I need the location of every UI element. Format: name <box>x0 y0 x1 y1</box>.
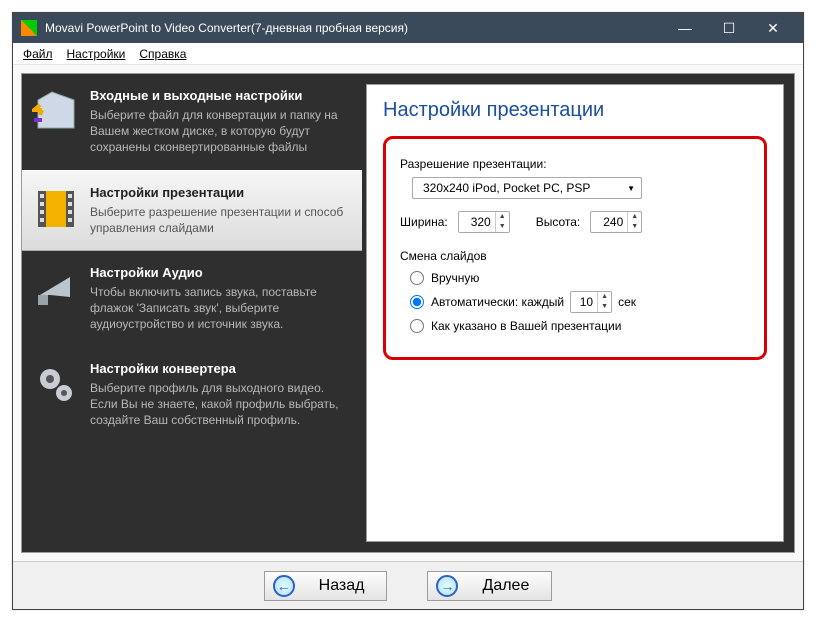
next-button[interactable]: → Далее <box>427 571 552 601</box>
app-logo-icon <box>21 20 37 36</box>
megaphone-icon <box>32 265 80 313</box>
card-desc: Чтобы включить запись звука, поставьте ф… <box>90 284 350 333</box>
resolution-select[interactable]: 320x240 iPod, Pocket PC, PSP ▼ <box>412 177 642 199</box>
card-title: Настройки Аудио <box>90 265 350 280</box>
width-stepper[interactable]: ▲▼ <box>458 211 510 233</box>
up-arrow-icon[interactable]: ▲ <box>598 292 611 302</box>
sidebar: Входные и выходные настройки Выберите фа… <box>22 74 362 552</box>
sidebar-item-io-settings[interactable]: Входные и выходные настройки Выберите фа… <box>22 74 362 170</box>
panel-heading: Настройки презентации <box>383 99 767 122</box>
menubar: Файл Настройки Справка <box>13 43 803 65</box>
radio-asin-label: Как указано в Вашей презентации <box>431 319 621 333</box>
radio-auto-suffix: сек <box>618 295 636 309</box>
minimize-button[interactable]: — <box>663 13 707 43</box>
height-stepper[interactable]: ▲▼ <box>590 211 642 233</box>
radio-auto[interactable] <box>410 295 424 309</box>
titlebar[interactable]: Movavi PowerPoint to Video Converter(7-д… <box>13 13 803 43</box>
card-desc: Выберите файл для конвертации и папку на… <box>90 107 350 156</box>
radio-auto-prefix: Автоматически: каждый <box>431 295 564 309</box>
filmstrip-icon <box>32 185 80 233</box>
menu-settings[interactable]: Настройки <box>67 47 126 61</box>
card-title: Входные и выходные настройки <box>90 88 350 103</box>
app-window: Movavi PowerPoint to Video Converter(7-д… <box>12 12 804 610</box>
next-label: Далее <box>468 577 543 595</box>
card-desc: Выберите профиль для выходного видео. Ес… <box>90 380 350 429</box>
width-input[interactable] <box>459 212 495 232</box>
highlighted-region: Разрешение презентации: 320x240 iPod, Po… <box>383 136 767 360</box>
close-button[interactable]: ✕ <box>751 13 795 43</box>
folder-icon <box>32 88 80 136</box>
down-arrow-icon[interactable]: ▼ <box>628 222 641 232</box>
card-desc: Выберите разрешение презентации и способ… <box>90 204 350 236</box>
width-label: Ширина: <box>400 215 448 229</box>
footer-nav: ← Назад → Далее <box>13 561 803 609</box>
window-title: Movavi PowerPoint to Video Converter(7-д… <box>45 21 408 35</box>
sidebar-item-presentation-settings[interactable]: Настройки презентации Выберите разрешени… <box>22 170 362 251</box>
resolution-label: Разрешение презентации: <box>400 157 547 171</box>
radio-manual[interactable] <box>410 271 424 285</box>
sidebar-item-converter-settings[interactable]: Настройки конвертера Выберите профиль дл… <box>22 347 362 443</box>
chevron-down-icon: ▼ <box>627 184 635 193</box>
menu-file[interactable]: Файл <box>23 47 53 61</box>
maximize-button[interactable]: ☐ <box>707 13 751 43</box>
interval-input[interactable] <box>571 292 597 312</box>
down-arrow-icon[interactable]: ▼ <box>598 302 611 312</box>
up-arrow-icon[interactable]: ▲ <box>628 212 641 222</box>
menu-help[interactable]: Справка <box>139 47 186 61</box>
height-input[interactable] <box>591 212 627 232</box>
arrow-right-icon: → <box>436 575 458 597</box>
resolution-value: 320x240 iPod, Pocket PC, PSP <box>423 181 590 195</box>
down-arrow-icon[interactable]: ▼ <box>496 222 509 232</box>
back-label: Назад <box>305 577 379 595</box>
card-title: Настройки презентации <box>90 185 350 200</box>
arrow-left-icon: ← <box>273 575 295 597</box>
radio-as-in-presentation[interactable] <box>410 319 424 333</box>
back-button[interactable]: ← Назад <box>264 571 388 601</box>
gears-icon <box>32 361 80 409</box>
content-area: Входные и выходные настройки Выберите фа… <box>13 65 803 561</box>
card-title: Настройки конвертера <box>90 361 350 376</box>
slides-group-label: Смена слайдов <box>400 249 750 263</box>
interval-stepper[interactable]: ▲▼ <box>570 291 612 313</box>
radio-manual-label: Вручную <box>431 271 479 285</box>
sidebar-item-audio-settings[interactable]: Настройки Аудио Чтобы включить запись зв… <box>22 251 362 347</box>
up-arrow-icon[interactable]: ▲ <box>496 212 509 222</box>
height-label: Высота: <box>536 215 581 229</box>
settings-panel: Настройки презентации Разрешение презент… <box>366 84 784 542</box>
